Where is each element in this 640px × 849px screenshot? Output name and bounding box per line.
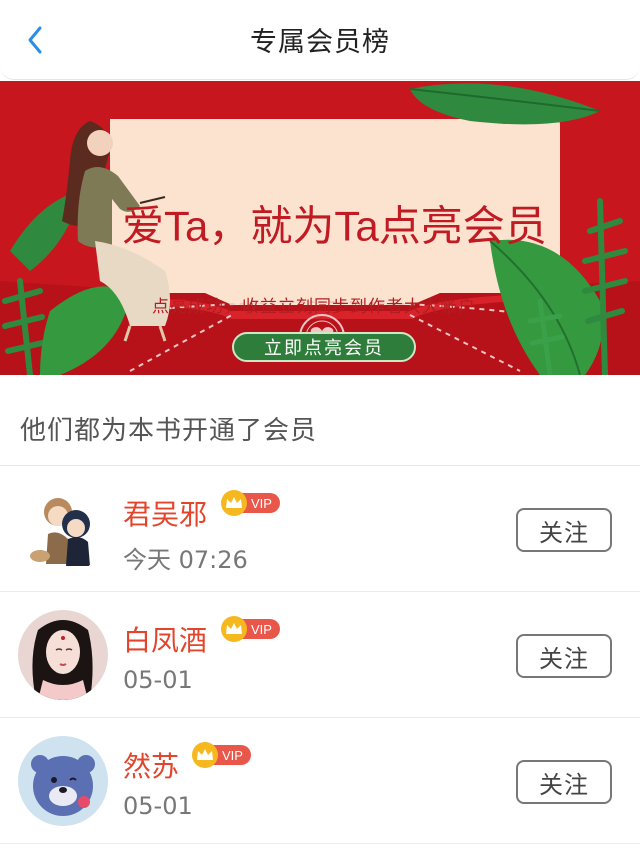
avatar[interactable] <box>18 484 108 574</box>
follow-button[interactable]: 关注 <box>516 634 612 678</box>
crown-icon <box>221 616 247 642</box>
member-time: 05-01 <box>123 666 193 694</box>
crown-icon <box>192 742 218 768</box>
member-time: 05-01 <box>123 792 193 820</box>
member-row[interactable]: 白凤酒 VIP 05-01 关注 <box>0 592 640 718</box>
member-list: 君吴邪 VIP 今天 07:26 关注 白凤酒 VIP 05-01 关注 然苏 … <box>0 466 640 844</box>
section-heading: 他们都为本书开通了会员 <box>20 416 318 446</box>
banner-subtitle: 点亮成功，收益立刻同步到作者大大账户 <box>152 297 476 317</box>
member-time: 今天 07:26 <box>123 546 248 574</box>
vip-promo-banner[interactable]: 爱Ta，就为Ta点亮会员 点亮成功，收益立刻同步到作者大大账户 立即点亮会员 <box>0 81 640 375</box>
avatar[interactable] <box>18 610 108 700</box>
page-title: 专属会员榜 <box>250 27 390 58</box>
follow-button[interactable]: 关注 <box>516 508 612 552</box>
vip-badge: VIP <box>192 742 251 768</box>
nav-header: 专属会员榜 <box>0 0 640 80</box>
vip-badge: VIP <box>221 490 280 516</box>
vip-badge: VIP <box>221 616 280 642</box>
member-name[interactable]: 君吴邪 <box>123 493 207 533</box>
banner-title: 爱Ta，就为Ta点亮会员 <box>122 202 547 250</box>
activate-vip-button[interactable]: 立即点亮会员 <box>232 332 416 362</box>
avatar[interactable] <box>18 736 108 826</box>
member-row[interactable]: 然苏 VIP 05-01 关注 <box>0 718 640 844</box>
back-button[interactable] <box>18 22 54 58</box>
member-name[interactable]: 然苏 <box>123 745 179 785</box>
member-name[interactable]: 白凤酒 <box>123 619 207 659</box>
member-row[interactable]: 君吴邪 VIP 今天 07:26 关注 <box>0 466 640 592</box>
crown-icon <box>221 490 247 516</box>
follow-button[interactable]: 关注 <box>516 760 612 804</box>
chevron-left-icon <box>28 26 42 54</box>
